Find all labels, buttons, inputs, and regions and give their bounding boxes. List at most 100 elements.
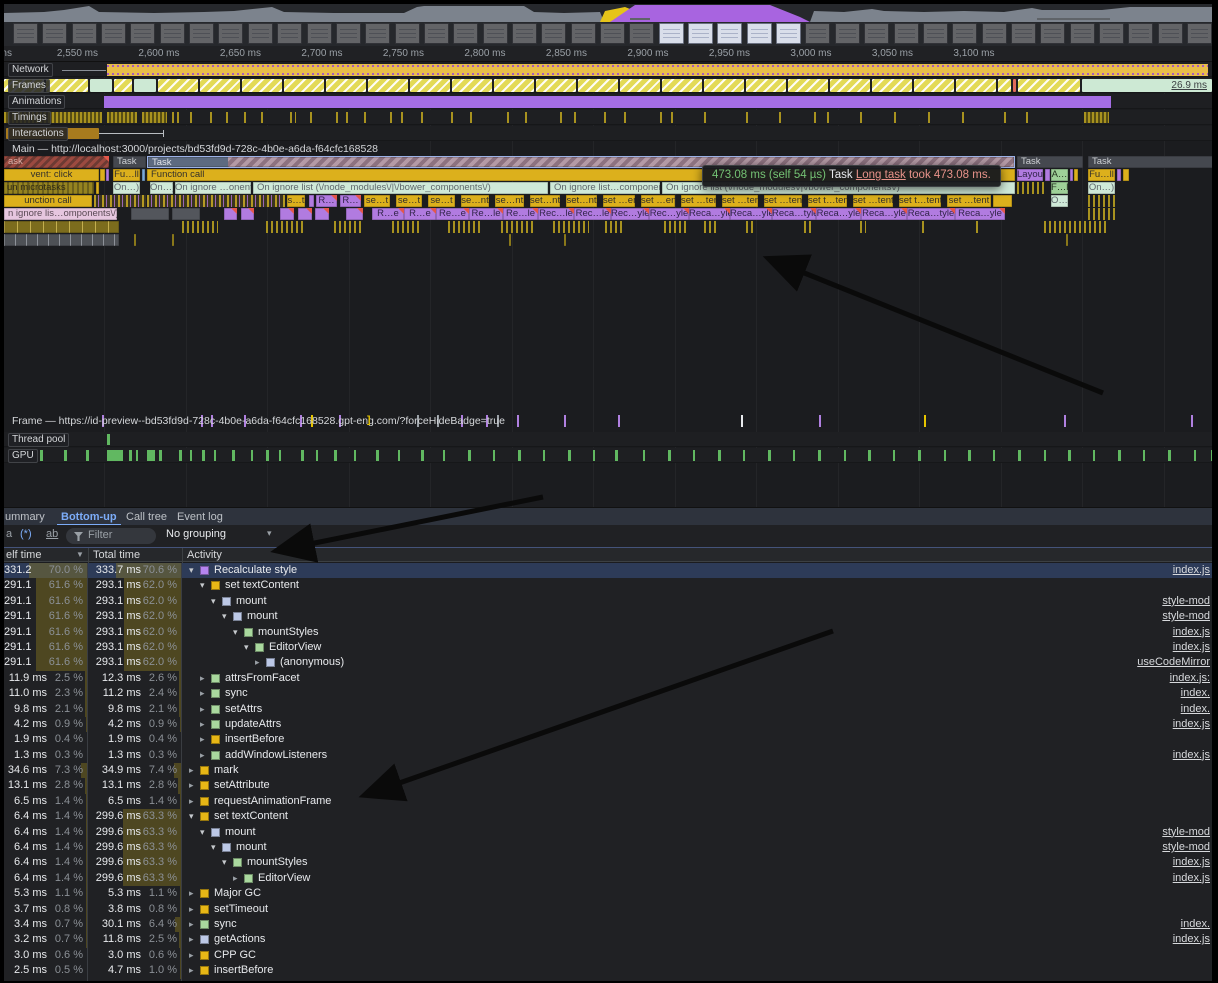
flame-set-tent[interactable]: set …tent <box>722 195 758 207</box>
flame-rec-yle[interactable]: Rec…yle <box>649 208 689 220</box>
track-interactions[interactable]: Interactions <box>4 126 1212 141</box>
frame-good[interactable] <box>134 79 156 92</box>
frame-partial[interactable] <box>410 79 450 92</box>
track-animations-label[interactable]: Animations <box>8 95 65 109</box>
gpu-activity-tick[interactable] <box>818 450 821 461</box>
gpu-activity-tick[interactable] <box>316 450 318 461</box>
track-frames-label[interactable]: Frames <box>8 79 50 93</box>
filmstrip-thumbnail[interactable] <box>218 23 243 44</box>
grouping-dropdown[interactable]: No grouping <box>166 528 226 540</box>
timing-marker[interactable] <box>290 112 296 123</box>
frame-partial[interactable] <box>956 79 996 92</box>
flame-set-t-tent[interactable]: set t…tent <box>899 195 941 207</box>
gpu-activity-tick[interactable] <box>214 450 216 461</box>
flame-set-tent[interactable]: set …tent <box>947 195 991 207</box>
tab-event-log[interactable]: Event log <box>177 508 223 526</box>
timing-marker[interactable] <box>1004 112 1009 123</box>
gpu-activity-tick[interactable] <box>693 450 695 461</box>
source-link[interactable]: index.js <box>1173 749 1210 761</box>
flame-set-nt[interactable]: set…nt <box>566 195 597 207</box>
gpu-activity-tick[interactable] <box>279 450 281 461</box>
frame-event-tick[interactable] <box>924 415 926 427</box>
expand-arrow-icon[interactable]: ▸ <box>200 671 211 686</box>
table-row-set-textcontent[interactable]: 6.4 ms1.4 %299.6 ms63.3 %▾set textConten… <box>4 809 1212 824</box>
table-row-mountstyles[interactable]: 6.4 ms1.4 %299.6 ms63.3 %▾mountStylesind… <box>4 855 1212 870</box>
flame-r-[interactable]: R… <box>316 195 337 207</box>
timing-marker[interactable] <box>860 112 865 123</box>
track-gpu-label[interactable]: GPU <box>8 449 38 463</box>
frame-track-title[interactable]: Frame — https://id-preview--bd53fd9d-728… <box>12 415 505 427</box>
frame-partial[interactable] <box>200 79 240 92</box>
flame-on-ignore-onents-[interactable]: On ignore …onents\/) <box>175 182 251 194</box>
flame-reca-yle[interactable]: Reca…yle <box>689 208 730 220</box>
track-thread-pool-label[interactable]: Thread pool <box>8 433 69 447</box>
flame-block[interactable] <box>704 221 716 233</box>
flame-block[interactable] <box>4 234 119 246</box>
timing-marker[interactable] <box>364 112 369 123</box>
flame-fu-ll[interactable]: Fu…ll <box>113 169 140 181</box>
gpu-activity-tick[interactable] <box>643 450 645 461</box>
flame-set-tent[interactable]: set …tent <box>853 195 893 207</box>
source-link[interactable]: index. <box>1181 918 1210 930</box>
match-whole-word-icon[interactable]: ab <box>46 528 58 540</box>
expand-arrow-icon[interactable]: ▸ <box>255 655 266 670</box>
flame-block[interactable] <box>1123 169 1129 181</box>
expand-arrow-icon[interactable]: ▸ <box>189 902 200 917</box>
filmstrip-thumbnail[interactable] <box>277 23 302 44</box>
flame-block[interactable] <box>224 208 237 220</box>
frame-partial[interactable] <box>46 79 88 92</box>
tooltip-long-task-link[interactable]: Long task <box>856 169 906 181</box>
table-row-editorview[interactable]: 291.1 ms61.6 %293.1 ms62.0 %▾EditorViewi… <box>4 640 1212 655</box>
timing-marker[interactable] <box>226 112 231 123</box>
frame-event-tick[interactable] <box>564 415 566 427</box>
collapse-arrow-icon[interactable]: ▾ <box>244 640 255 655</box>
flame-s-t[interactable]: s…t <box>287 195 305 207</box>
timing-marker[interactable] <box>107 112 137 123</box>
flame-unction-call[interactable]: unction call <box>4 195 92 207</box>
flame-rec-le[interactable]: Rec…le <box>538 208 574 220</box>
collapse-arrow-icon[interactable]: ▾ <box>189 563 200 578</box>
filmstrip-thumbnail[interactable] <box>395 23 420 44</box>
flame-set-ent[interactable]: set …ent <box>641 195 675 207</box>
gpu-activity-tick[interactable] <box>398 450 400 461</box>
gpu-activity-tick[interactable] <box>944 450 946 461</box>
table-row-set-textcontent[interactable]: 291.1 ms61.6 %293.1 ms62.0 %▾set textCon… <box>4 578 1212 593</box>
track-gpu[interactable]: GPU <box>4 448 1212 463</box>
flame-block[interactable] <box>131 208 169 220</box>
timing-marker[interactable] <box>451 112 456 123</box>
flame-se-t[interactable]: se…t <box>428 195 455 207</box>
frame-partial[interactable] <box>998 79 1011 92</box>
timing-marker[interactable] <box>172 112 180 123</box>
timing-marker[interactable] <box>704 112 709 123</box>
table-row-insertbefore[interactable]: 1.9 ms0.4 %1.9 ms0.4 %▸insertBefore <box>4 732 1212 747</box>
timing-marker[interactable] <box>827 112 830 123</box>
filmstrip-thumbnail[interactable] <box>365 23 390 44</box>
flame-re-le[interactable]: Re…le <box>469 208 503 220</box>
gpu-activity-tick[interactable] <box>918 450 921 461</box>
flame-block[interactable] <box>106 169 109 181</box>
source-link[interactable]: index. <box>1181 703 1210 715</box>
table-row-cpp-gc[interactable]: 3.0 ms0.6 %3.0 ms0.6 %▸CPP GC <box>4 948 1212 963</box>
flame-block[interactable] <box>605 221 625 233</box>
timing-marker[interactable] <box>1026 112 1029 123</box>
flame-block[interactable] <box>860 221 866 233</box>
filmstrip-thumbnail[interactable] <box>894 23 919 44</box>
gpu-activity-tick[interactable] <box>443 450 445 461</box>
flame-re-e[interactable]: Re…e <box>436 208 469 220</box>
timing-marker[interactable] <box>894 112 897 123</box>
filmstrip-thumbnail[interactable] <box>307 23 332 44</box>
frame-event-tick[interactable] <box>819 415 821 427</box>
frame-event-tick[interactable] <box>618 415 620 427</box>
frame-partial[interactable] <box>788 79 828 92</box>
timing-marker[interactable] <box>244 112 249 123</box>
frame-event-tick[interactable] <box>517 415 519 427</box>
flame-re-le[interactable]: Re…le <box>503 208 538 220</box>
flame-block[interactable] <box>564 234 566 246</box>
frame-partial[interactable] <box>536 79 576 92</box>
expand-arrow-icon[interactable]: ▸ <box>189 948 200 963</box>
gpu-activity-tick[interactable] <box>376 450 379 461</box>
filmstrip[interactable] <box>4 22 1212 46</box>
expand-arrow-icon[interactable]: ▸ <box>189 963 200 978</box>
source-link[interactable]: index.js: <box>1170 672 1210 684</box>
frame-event-tick[interactable] <box>741 415 743 427</box>
